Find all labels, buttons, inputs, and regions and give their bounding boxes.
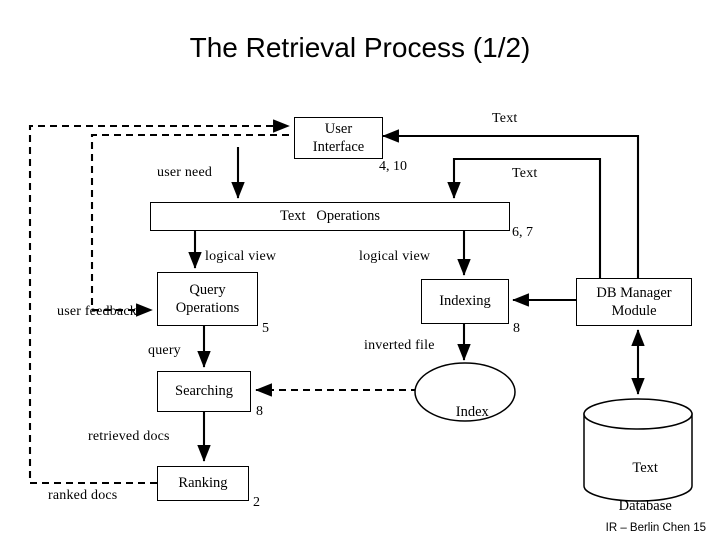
node-text-database-line2: Database [618,497,672,514]
edge-label-text-top: Text [492,111,518,126]
node-text-database-line1: Text [632,459,658,476]
node-text-database-label: Text Database [584,440,692,534]
edge-label-user-feedback: user feedback [57,304,137,319]
edge-label-query: query [148,343,181,358]
node-indexing-line1: Indexing [439,293,491,310]
node-db-manager-line2: Module [611,303,657,319]
node-index-store-label: Index [415,384,515,441]
node-text-operations-line1: Text Operations [279,208,381,225]
node-searching[interactable]: Searching [157,371,251,412]
node-ranking-line1: Ranking [178,475,228,492]
step-number-text-operations: 6, 7 [512,225,533,240]
node-indexing[interactable]: Indexing [421,279,509,324]
step-number-ranking: 2 [253,495,260,510]
node-user-interface-line2: Interface [312,139,365,155]
node-ranking[interactable]: Ranking [157,466,249,501]
step-number-searching: 8 [256,404,263,419]
node-user-interface-line1: User [324,120,353,137]
edge-label-inverted-file: inverted file [364,338,435,353]
node-query-operations[interactable]: Query Operations [157,272,258,326]
edge-label-ranked-docs: ranked docs [48,488,118,503]
node-user-interface[interactable]: User Interface [294,117,383,159]
node-text-operations[interactable]: Text Operations [150,202,510,231]
node-db-manager-module[interactable]: DB Manager Module [576,278,692,326]
node-query-operations-line2: Operations [175,300,240,316]
node-db-manager-line1: DB Manager [596,284,672,301]
step-number-user-interface: 4, 10 [379,159,407,174]
node-index-store-line1: Index [455,403,489,420]
edge-label-logical-view-right: logical view [359,249,431,264]
node-query-operations-line1: Query [189,281,226,298]
edge-label-user-need: user need [157,165,213,180]
slide-canvas: The Retrieval Process (1/2) User Interfa… [0,0,720,540]
step-number-indexing: 8 [513,321,520,336]
edge-label-retrieved-docs: retrieved docs [88,429,170,444]
edge-label-logical-view-left: logical view [205,249,277,264]
slide-footer: IR – Berlin Chen 15 [605,522,706,534]
edge-label-text-mid: Text [512,166,538,181]
step-number-query-operations: 5 [262,321,269,336]
node-searching-line1: Searching [175,383,233,400]
